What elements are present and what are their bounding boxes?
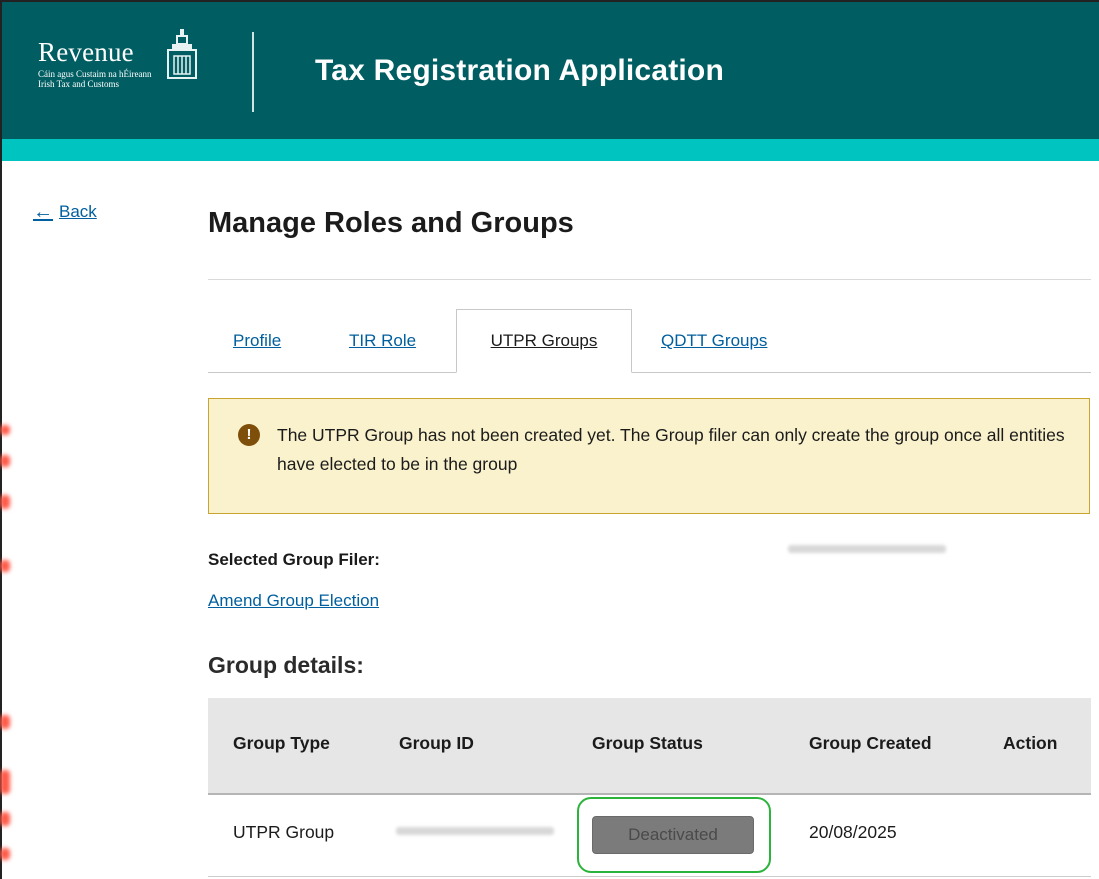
arrow-left-icon: ← <box>33 201 53 223</box>
tab-tir-role[interactable]: TIR Role <box>349 309 416 373</box>
warning-alert: ! The UTPR Group has not been created ye… <box>208 398 1090 514</box>
cell-group-type: UTPR Group <box>233 822 335 842</box>
column-header-group-type: Group Type <box>233 733 330 753</box>
tab-profile[interactable]: Profile <box>233 309 281 373</box>
table-header-divider <box>208 793 1091 795</box>
logo-subtitle-english: Irish Tax and Customs <box>38 79 119 89</box>
annotation-mark <box>0 455 10 467</box>
alert-message: The UTPR Group has not been created yet.… <box>277 425 1065 474</box>
column-header-group-status: Group Status <box>592 733 703 753</box>
amend-group-election-link[interactable]: Amend Group Election <box>208 591 379 611</box>
revenue-logo[interactable]: Revenue Cáin agus Custaim na hÉireann Ir… <box>38 38 151 89</box>
annotation-mark <box>0 812 10 826</box>
window-frame-left <box>0 0 2 879</box>
page-title: Manage Roles and Groups <box>208 207 574 239</box>
column-header-group-id: Group ID <box>399 733 474 753</box>
header-accent-band <box>2 139 1099 161</box>
annotation-mark <box>0 495 10 509</box>
tab-bar-underline <box>208 372 1091 373</box>
cell-group-created: 20/08/2025 <box>809 822 897 842</box>
app-title: Tax Registration Application <box>315 54 724 87</box>
annotation-mark <box>0 560 10 572</box>
annotation-mark <box>0 848 10 860</box>
logo-subtitle-irish: Cáin agus Custaim na hÉireann <box>38 69 152 79</box>
title-divider <box>208 279 1091 280</box>
back-label: Back <box>59 202 97 221</box>
redacted-group-filer-value <box>788 545 946 553</box>
custom-house-logo-icon <box>167 29 197 79</box>
redacted-group-id <box>396 827 554 835</box>
site-header: Revenue Cáin agus Custaim na hÉireann Ir… <box>2 2 1099 139</box>
annotation-mark <box>0 770 10 794</box>
header-divider <box>252 32 254 112</box>
tab-qdtt-groups[interactable]: QDTT Groups <box>661 309 767 373</box>
annotation-mark <box>0 425 10 435</box>
back-link[interactable]: ← Back <box>33 202 97 222</box>
status-badge: Deactivated <box>592 816 754 854</box>
column-header-group-created: Group Created <box>809 733 932 753</box>
table-row-divider <box>208 876 1091 877</box>
logo-wordmark: Revenue <box>38 37 134 67</box>
column-header-action: Action <box>1003 733 1058 753</box>
group-details-heading: Group details: <box>208 652 364 678</box>
tab-utpr-groups[interactable]: UTPR Groups <box>456 309 632 373</box>
warning-icon: ! <box>238 424 260 446</box>
selected-group-filer-label: Selected Group Filer: <box>208 550 380 569</box>
annotation-mark <box>0 715 10 729</box>
tab-bar: Profile TIR Role UTPR Groups QDTT Groups <box>208 309 1091 373</box>
